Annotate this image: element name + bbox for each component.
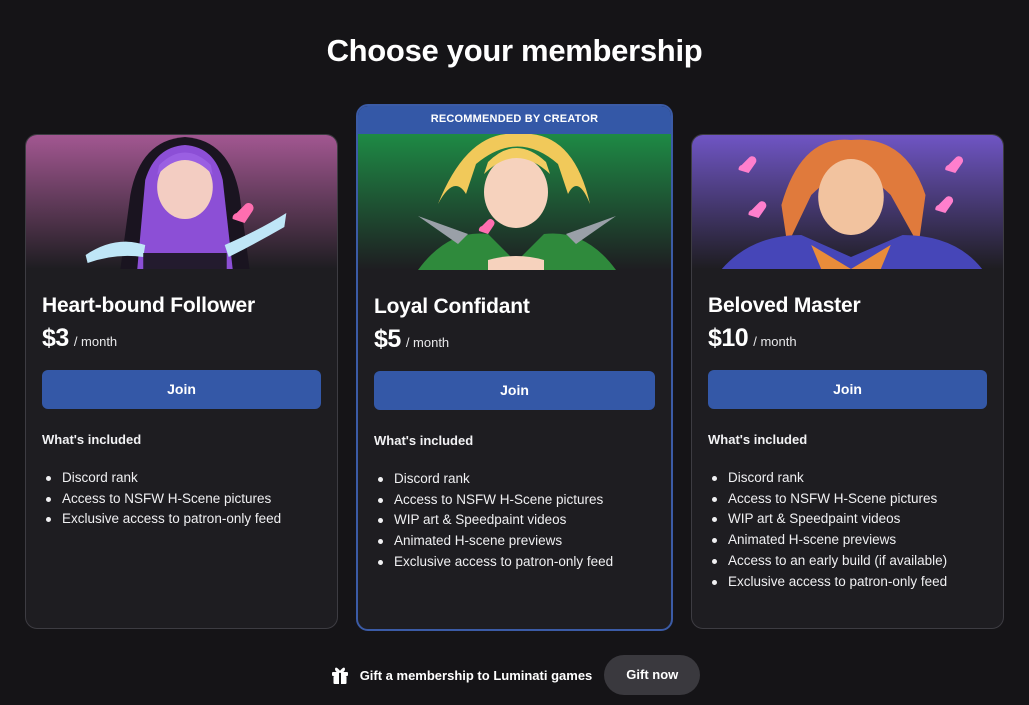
benefit-item: Animated H-scene previews xyxy=(708,530,1003,551)
benefit-item: WIP art & Speedpaint videos xyxy=(708,509,1003,530)
price-period: / month xyxy=(753,334,797,349)
benefits-list: Discord rank Access to NSFW H-Scene pict… xyxy=(708,468,1003,592)
benefit-item: Access to NSFW H-Scene pictures xyxy=(42,489,337,510)
tier-name: Heart-bound Follower xyxy=(42,294,255,317)
benefit-item: Exclusive access to patron-only feed xyxy=(708,572,1003,593)
recommended-badge: RECOMMENDED BY CREATOR xyxy=(358,106,671,134)
benefit-item: Exclusive access to patron-only feed xyxy=(374,552,671,573)
tier-artwork xyxy=(692,135,1003,269)
page-title: Choose your membership xyxy=(326,33,703,68)
tier-price: $10 xyxy=(708,324,749,352)
benefit-item: Access to NSFW H-Scene pictures xyxy=(374,490,671,511)
benefit-item: Discord rank xyxy=(374,469,671,490)
benefit-item: WIP art & Speedpaint videos xyxy=(374,510,671,531)
price-period: / month xyxy=(73,334,118,349)
whats-included-heading: What's included xyxy=(374,433,474,448)
gift-icon xyxy=(331,667,348,684)
benefit-item: Discord rank xyxy=(708,468,1003,489)
join-button[interactable]: Join xyxy=(374,371,655,410)
benefits-list: Discord rank Access to NSFW H-Scene pict… xyxy=(42,468,337,530)
tier-artwork xyxy=(26,135,337,269)
tier-price: $5 xyxy=(374,325,401,353)
benefit-item: Discord rank xyxy=(42,468,337,489)
price-row: $10 / month xyxy=(708,324,1003,353)
join-button[interactable]: Join xyxy=(42,370,321,409)
price-row: $5 / month xyxy=(374,325,671,354)
benefit-item: Animated H-scene previews xyxy=(374,531,671,552)
join-button[interactable]: Join xyxy=(708,370,987,409)
benefits-list: Discord rank Access to NSFW H-Scene pict… xyxy=(374,469,671,573)
tier-card-beloved-master: Beloved Master $10 / month Join What's i… xyxy=(691,134,1004,629)
price-row: $3 / month xyxy=(42,324,337,353)
tier-artwork xyxy=(358,134,671,270)
tier-name: Loyal Confidant xyxy=(374,295,530,318)
whats-included-heading: What's included xyxy=(708,432,808,447)
tier-price: $3 xyxy=(42,324,69,352)
tier-name: Beloved Master xyxy=(708,294,861,317)
tier-card-loyal-confidant: RECOMMENDED BY CREATOR Loyal Confidant $… xyxy=(356,104,673,631)
price-period: / month xyxy=(405,335,450,350)
benefit-item: Access to NSFW H-Scene pictures xyxy=(708,489,1003,510)
gift-now-button[interactable]: Gift now xyxy=(604,655,701,695)
whats-included-heading: What's included xyxy=(42,432,142,447)
tier-card-heart-bound-follower: Heart-bound Follower $3 / month Join Wha… xyxy=(25,134,338,629)
gift-text: Gift a membership to Luminati games xyxy=(359,667,593,683)
gift-membership-row: Gift a membership to Luminati games Gift… xyxy=(0,655,1029,695)
benefit-item: Access to an early build (if available) xyxy=(708,551,1003,572)
benefit-item: Exclusive access to patron-only feed xyxy=(42,509,337,530)
